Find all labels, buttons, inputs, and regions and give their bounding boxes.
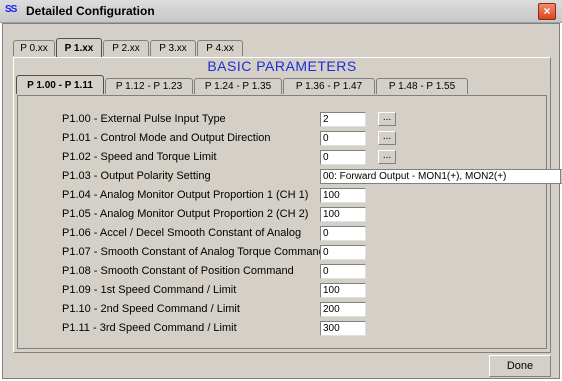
subtab-p112-p123[interactable]: P 1.12 - P 1.23 — [105, 78, 193, 94]
tab-panel: BASIC PARAMETERS P 1.00 - P 1.11 P 1.12 … — [13, 57, 562, 353]
param-label: P1.06 - Accel / Decel Smooth Constant of… — [62, 227, 302, 239]
app-icon: SS — [5, 4, 17, 15]
section-heading: BASIC PARAMETERS — [207, 58, 357, 74]
subtab-p136-p147[interactable]: P 1.36 - P 1.47 — [283, 78, 375, 94]
title-bar[interactable]: SS Detailed Configuration × — [0, 0, 562, 23]
param-value-input[interactable]: 0 — [320, 131, 366, 146]
param-label: P1.10 - 2nd Speed Command / Limit — [62, 303, 240, 315]
tab-p1[interactable]: P 1.xx — [56, 38, 102, 57]
browse-button[interactable]: ... — [378, 112, 396, 126]
param-value-input[interactable]: 300 — [320, 321, 366, 336]
done-button[interactable]: Done — [489, 355, 551, 377]
param-value-input[interactable]: 0 — [320, 245, 366, 260]
window-title: Detailed Configuration — [26, 4, 155, 18]
param-label: P1.11 - 3rd Speed Command / Limit — [62, 322, 237, 334]
param-label: P1.02 - Speed and Torque Limit — [62, 151, 217, 163]
param-value-input[interactable]: 0 — [320, 226, 366, 241]
polarity-dropdown[interactable]: 00: Forward Output - MON1(+), MON2(+) ▼ — [320, 169, 562, 184]
param-label: P1.00 - External Pulse Input Type — [62, 113, 226, 125]
param-value-input[interactable]: 0 — [320, 150, 366, 165]
dropdown-value: 00: Forward Output - MON1(+), MON2(+) — [323, 171, 507, 182]
tab-p2[interactable]: P 2.xx — [103, 40, 149, 56]
param-value-input[interactable]: 200 — [320, 302, 366, 317]
param-value-input[interactable]: 2 — [320, 112, 366, 127]
tab-p3[interactable]: P 3.xx — [150, 40, 196, 56]
browse-button[interactable]: ... — [378, 150, 396, 164]
browse-button[interactable]: ... — [378, 131, 396, 145]
param-label: P1.03 - Output Polarity Setting — [62, 170, 211, 182]
tab-p4[interactable]: P 4.xx — [197, 40, 243, 56]
param-label: P1.04 - Analog Monitor Output Proportion… — [62, 189, 309, 201]
param-value-input[interactable]: 100 — [320, 283, 366, 298]
parameter-panel: P1.00 - External Pulse Input Type 2 ... … — [17, 95, 562, 349]
subtab-p148-p155[interactable]: P 1.48 - P 1.55 — [376, 78, 468, 94]
dialog-client: P 0.xx P 1.xx P 2.xx P 3.xx P 4.xx BASIC… — [2, 23, 562, 379]
tab-p0[interactable]: P 0.xx — [13, 40, 55, 56]
param-value-input[interactable]: 100 — [320, 207, 366, 222]
param-value-input[interactable]: 100 — [320, 188, 366, 203]
param-label: P1.09 - 1st Speed Command / Limit — [62, 284, 237, 296]
param-label: P1.05 - Analog Monitor Output Proportion… — [62, 208, 309, 220]
param-label: P1.01 - Control Mode and Output Directio… — [62, 132, 271, 144]
param-label: P1.07 - Smooth Constant of Analog Torque… — [62, 246, 325, 258]
close-button[interactable]: × — [538, 3, 556, 20]
subtab-p124-p135[interactable]: P 1.24 - P 1.35 — [194, 78, 282, 94]
param-value-input[interactable]: 0 — [320, 264, 366, 279]
param-label: P1.08 - Smooth Constant of Position Comm… — [62, 265, 294, 277]
config-window: SS Detailed Configuration × P 0.xx P 1.x… — [0, 0, 562, 381]
subtab-p100-p111[interactable]: P 1.00 - P 1.11 — [16, 75, 104, 94]
